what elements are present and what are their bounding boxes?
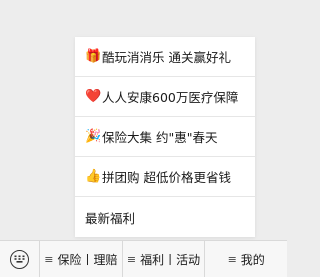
- menu-item-latest-benefits[interactable]: 最新福利: [75, 197, 255, 237]
- bottom-menu-bar: ≡ 保险丨理赔 ≡ 福利丨活动 ≡ 我的: [0, 240, 287, 277]
- tab-mine[interactable]: ≡ 我的: [205, 241, 287, 277]
- tab-insurance-claims[interactable]: ≡ 保险丨理赔: [40, 241, 123, 277]
- menu-item-insurance-fair[interactable]: 🎉 保险大集 约"惠"春天: [75, 117, 255, 157]
- menu-item-medical-coverage[interactable]: ❤️ 人人安康600万医疗保障: [75, 77, 255, 117]
- menu-icon: ≡: [126, 252, 137, 266]
- keyboard-toggle-button[interactable]: [0, 241, 40, 277]
- tab-label: 保险丨理赔: [57, 252, 118, 267]
- tab-label: 福利丨活动: [140, 252, 201, 267]
- heart-icon: ❤️: [85, 89, 102, 104]
- menu-item-group-buy[interactable]: 👍 拼团购 超低价格更省钱: [75, 157, 255, 197]
- thumbs-up-icon: 👍: [85, 169, 102, 184]
- popup-menu: 🎁 酷玩消消乐 通关赢好礼 ❤️ 人人安康600万医疗保障 🎉 保险大集 约"惠…: [75, 37, 255, 237]
- menu-item-label: 酷玩消消乐 通关赢好礼: [102, 50, 231, 65]
- menu-item-label: 人人安康600万医疗保障: [102, 90, 239, 105]
- menu-item-game-promo[interactable]: 🎁 酷玩消消乐 通关赢好礼: [75, 37, 255, 77]
- menu-item-label: 保险大集 约"惠"春天: [102, 130, 218, 145]
- menu-icon: ≡: [227, 252, 237, 266]
- party-popper-icon: 🎉: [85, 129, 102, 144]
- menu-item-label: 拼团购 超低价格更省钱: [102, 170, 231, 185]
- menu-icon: ≡: [44, 252, 54, 266]
- gift-icon: 🎁: [85, 49, 102, 64]
- menu-item-label: 最新福利: [85, 210, 136, 226]
- keyboard-icon: [10, 249, 29, 269]
- tab-benefits-activities[interactable]: ≡ 福利丨活动: [123, 241, 206, 277]
- tab-label: 我的: [240, 252, 265, 267]
